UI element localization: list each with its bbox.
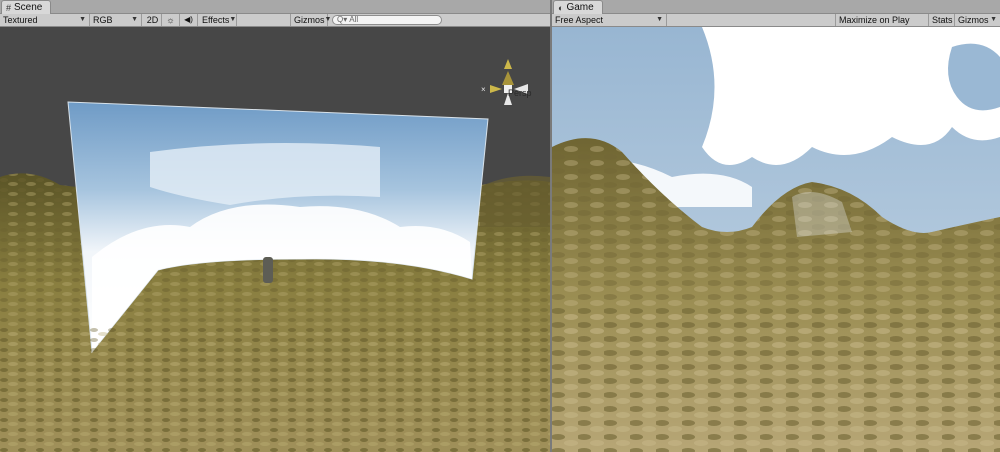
game-viewport[interactable]: [552, 27, 1000, 452]
tab-game-label: Game: [566, 1, 594, 13]
search-placeholder: All: [349, 15, 359, 24]
projection-label[interactable]: Persp: [508, 88, 532, 98]
chevron-down-icon: ▼: [990, 16, 997, 23]
scene-gizmos-dropdown[interactable]: Gizmos ▼: [290, 14, 331, 26]
chevron-down-icon: ▼: [79, 16, 86, 23]
game-gizmos-dropdown[interactable]: Gizmos ▼: [955, 14, 1000, 26]
game-tab-strip: ◐ Game: [552, 0, 1000, 14]
sun-icon: ☼: [166, 15, 175, 25]
game-toolbar: Free Aspect ▼ Maximize on Play Stats Giz…: [552, 14, 1000, 27]
scene-view-panel: # Scene Textured ▼ RGB ▼ 2D ☼ ◀) Effects…: [0, 0, 550, 452]
2d-mode-toggle[interactable]: 2D: [144, 14, 162, 26]
chevron-down-icon: ▼: [131, 16, 138, 23]
render-mode-value: RGB: [93, 15, 113, 25]
2d-mode-label: 2D: [146, 15, 159, 25]
maximize-on-play-label: Maximize on Play: [839, 15, 910, 25]
shading-mode-value: Textured: [3, 15, 38, 25]
game-gizmos-label: Gizmos: [958, 15, 989, 25]
aspect-dropdown[interactable]: Free Aspect ▼: [552, 14, 667, 26]
tab-scene-label: Scene: [14, 1, 43, 13]
speaker-icon: ◀): [184, 15, 193, 24]
scene-gizmos-label: Gizmos: [294, 15, 325, 25]
game-render: [552, 27, 1000, 452]
tab-game[interactable]: ◐ Game: [553, 0, 603, 14]
chevron-down-icon: ▼: [656, 16, 663, 23]
tab-scene[interactable]: # Scene: [1, 0, 52, 14]
shading-mode-dropdown[interactable]: Textured ▼: [0, 14, 90, 26]
stats-toggle[interactable]: Stats: [929, 14, 955, 26]
game-controller-icon: ◐: [558, 2, 564, 13]
aspect-value: Free Aspect: [555, 15, 604, 25]
scene-toolbar: Textured ▼ RGB ▼ 2D ☼ ◀) Effects ▼ Gizmo…: [0, 14, 550, 27]
scene-viewport[interactable]: × Persp: [0, 27, 550, 452]
scene-tab-strip: # Scene: [0, 0, 550, 14]
chevron-down-icon: ▼: [324, 16, 332, 23]
render-mode-dropdown[interactable]: RGB ▼: [90, 14, 142, 26]
hierarchy-search-input[interactable]: Q▾ All: [332, 15, 442, 25]
stats-label: Stats: [932, 15, 953, 25]
search-icon: Q▾: [337, 15, 348, 24]
scene-render: [0, 27, 550, 452]
game-view-panel: ◐ Game Free Aspect ▼ Maximize on Play St…: [552, 0, 1000, 452]
effects-label: Effects: [202, 15, 230, 25]
scene-icon: #: [6, 2, 12, 13]
maximize-on-play-toggle[interactable]: Maximize on Play: [835, 14, 929, 26]
scene-audio-toggle[interactable]: ◀): [180, 14, 198, 26]
svg-text:×: ×: [481, 85, 486, 94]
chevron-down-icon: ▼: [229, 16, 237, 23]
scene-lighting-toggle[interactable]: ☼: [162, 14, 180, 26]
effects-dropdown[interactable]: Effects ▼: [199, 14, 237, 26]
